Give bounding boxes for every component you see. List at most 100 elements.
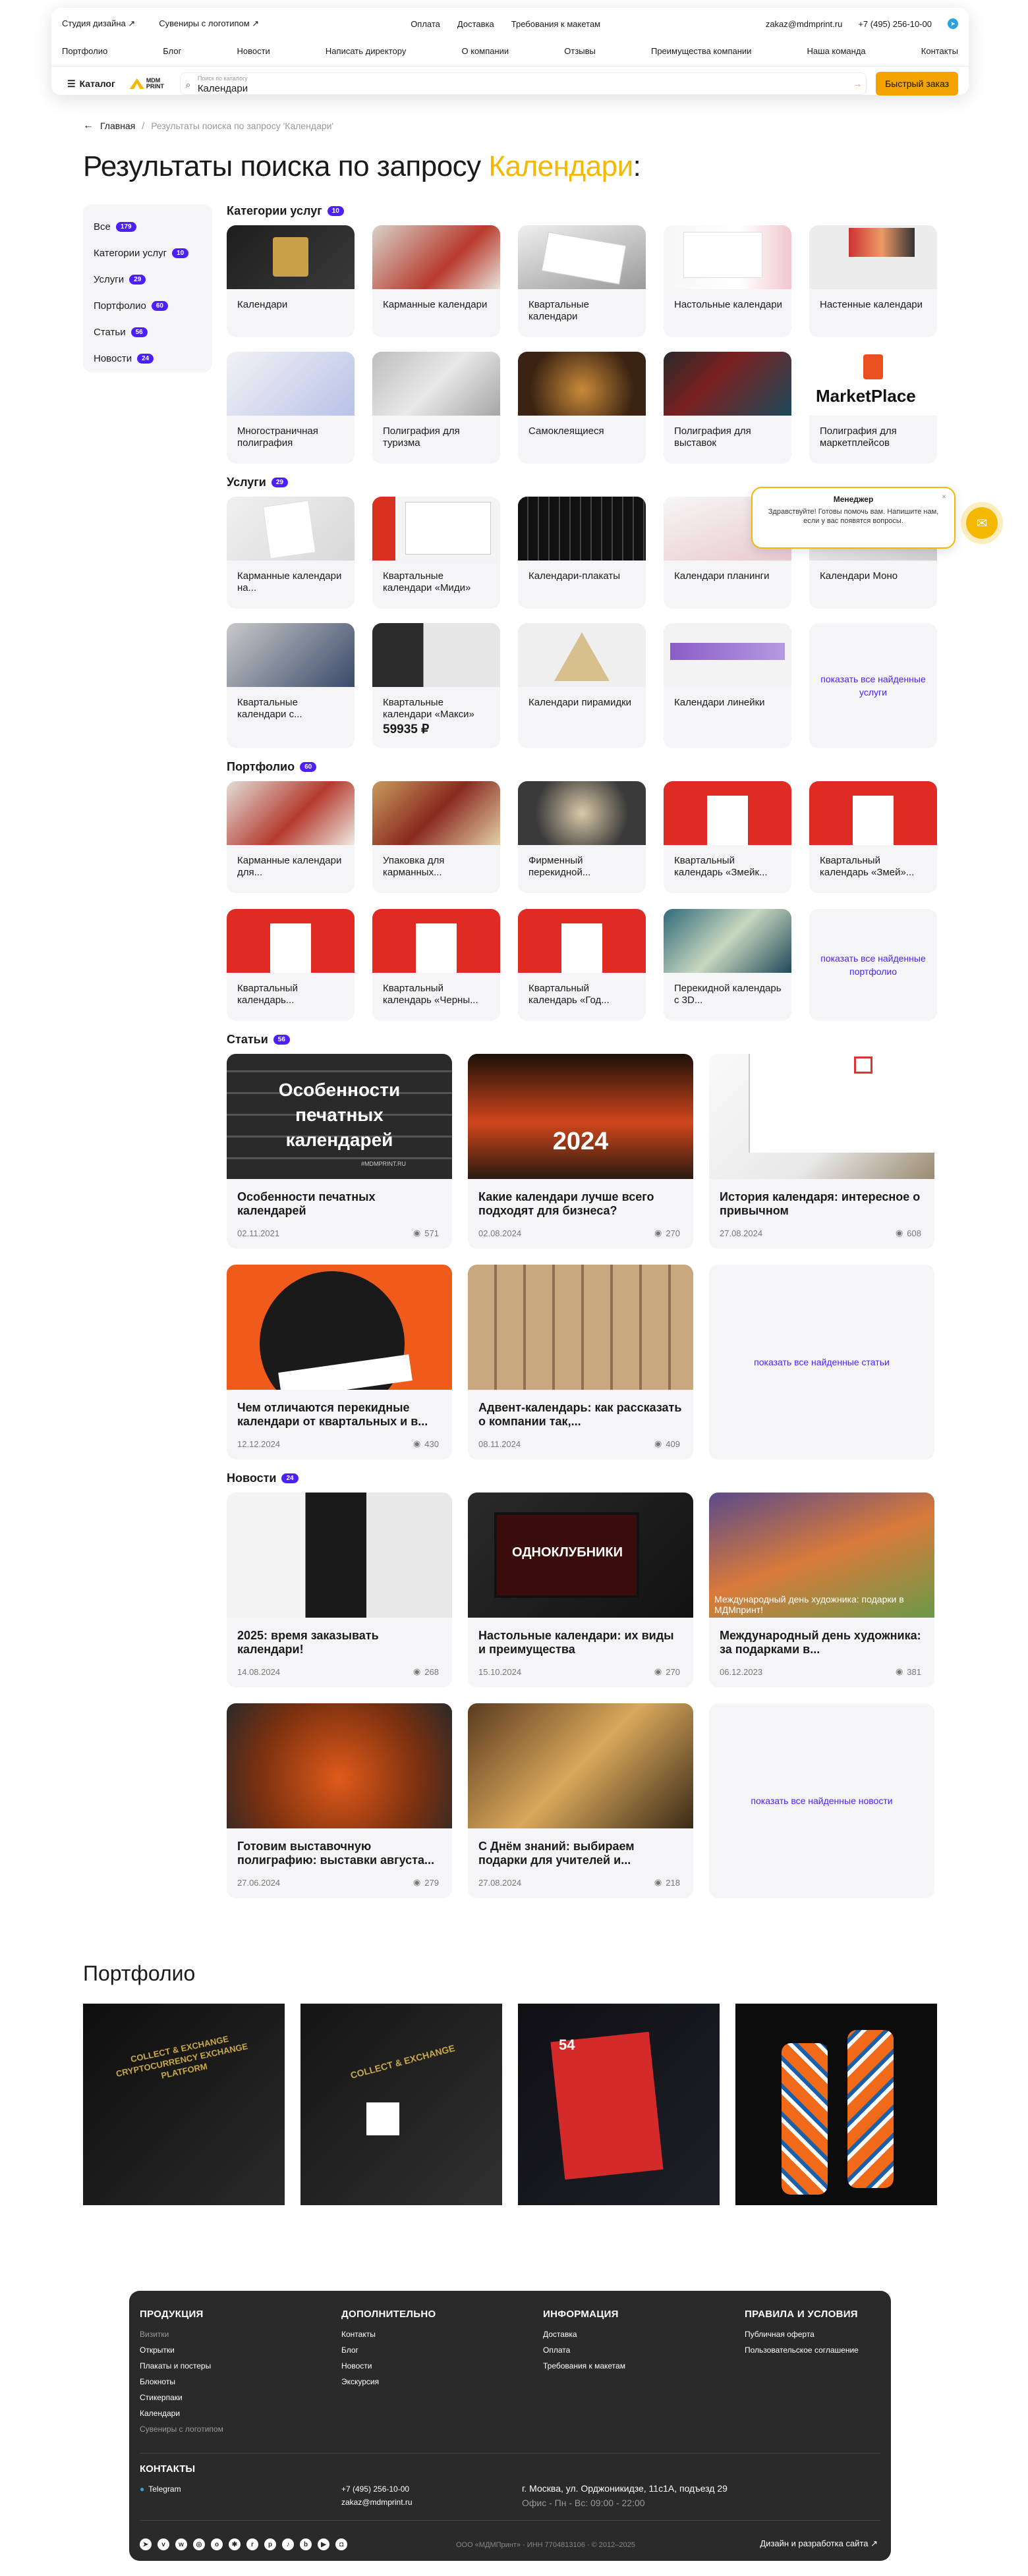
instagram-social-icon[interactable]: ◘ bbox=[335, 2538, 347, 2550]
footer-link[interactable]: Доставка bbox=[543, 2326, 625, 2342]
rutube-social-icon[interactable]: r bbox=[246, 2538, 258, 2550]
nav-news[interactable]: Новости bbox=[237, 46, 270, 61]
footer-link[interactable]: Оплата bbox=[543, 2342, 625, 2358]
portfolio-card[interactable]: Квартальный календарь «Змейк... bbox=[664, 781, 791, 893]
service-card[interactable]: Квартальные календари «Макси» 59935 ₽ bbox=[372, 623, 500, 748]
breadcrumb-home[interactable]: Главная bbox=[100, 121, 135, 131]
nav-blog[interactable]: Блог bbox=[163, 46, 181, 61]
behance-social-icon[interactable]: b bbox=[300, 2538, 312, 2550]
nav-advantages[interactable]: Преимущества компании bbox=[651, 46, 751, 61]
category-card[interactable]: Полиграфия для туризма bbox=[372, 352, 500, 464]
footer-link[interactable]: Сувениры с логотипом bbox=[140, 2421, 223, 2437]
footer-link[interactable]: Стикерпаки bbox=[140, 2390, 223, 2405]
close-icon[interactable]: × bbox=[942, 492, 946, 501]
show-all-services-button[interactable]: показать все найденные услуги bbox=[809, 623, 937, 748]
portfolio-card[interactable]: Квартальный календарь «Год... bbox=[518, 909, 646, 1021]
category-card[interactable]: Квартальные календари bbox=[518, 225, 646, 337]
portfolio-card[interactable]: Квартальный календарь... bbox=[227, 909, 355, 1021]
service-card[interactable]: Квартальные календари с... bbox=[227, 623, 355, 748]
delivery-link[interactable]: Доставка bbox=[457, 19, 494, 29]
nav-team[interactable]: Наша команда bbox=[807, 46, 866, 61]
news-card[interactable]: С Днём знаний: выбираем подарки для учит… bbox=[468, 1703, 693, 1898]
footer-link[interactable]: Требования к макетам bbox=[543, 2358, 625, 2374]
pinterest-social-icon[interactable]: p bbox=[264, 2538, 276, 2550]
footer-phone[interactable]: +7 (495) 256-10-00 bbox=[341, 2484, 409, 2494]
filter-portfolio[interactable]: Портфолио 60 bbox=[94, 292, 202, 319]
site-logo[interactable]: MDM PRINT bbox=[129, 75, 171, 92]
service-card[interactable]: Квартальные календари «Миди» bbox=[372, 497, 500, 609]
ok-social-icon[interactable]: o bbox=[211, 2538, 223, 2550]
service-card[interactable]: Календари-плакаты bbox=[518, 497, 646, 609]
filter-services[interactable]: Услуги 29 bbox=[94, 266, 202, 292]
category-card[interactable]: Многостраничная полиграфия bbox=[227, 352, 355, 464]
portfolio-image[interactable]: COLLECT & EXCHANGE CRYPTOCURRENCY EXCHAN… bbox=[83, 2004, 285, 2205]
footer-link[interactable]: Новости bbox=[341, 2358, 436, 2374]
footer-link[interactable]: Публичная оферта bbox=[745, 2326, 859, 2342]
catalog-button[interactable]: ☰ Каталог bbox=[62, 72, 121, 95]
portfolio-image[interactable]: COLLECT & EXCHANGE bbox=[300, 2004, 502, 2205]
article-card[interactable]: 2024 Какие календари лучше всего подходя… bbox=[468, 1054, 693, 1249]
category-card[interactable]: Самоклеящиеся bbox=[518, 352, 646, 464]
article-card[interactable]: Адвент-календарь: как рассказать о компа… bbox=[468, 1265, 693, 1460]
telegram-social-icon[interactable]: ➤ bbox=[140, 2538, 152, 2550]
service-card[interactable]: Календари линейки bbox=[664, 623, 791, 748]
article-card[interactable]: Особенности печатных календарей #MDMPRIN… bbox=[227, 1054, 452, 1249]
category-card[interactable]: Карманные календари bbox=[372, 225, 500, 337]
dzen-social-icon[interactable]: ✱ bbox=[229, 2538, 241, 2550]
portfolio-image[interactable]: 54 bbox=[518, 2004, 720, 2205]
footer-email[interactable]: zakaz@mdmprint.ru bbox=[341, 2498, 413, 2507]
quick-order-button[interactable]: Быстрый заказ bbox=[876, 72, 958, 96]
footer-link[interactable]: Блокноты bbox=[140, 2374, 223, 2390]
filter-articles[interactable]: Статьи 56 bbox=[94, 319, 202, 345]
nav-contacts[interactable]: Контакты bbox=[921, 46, 958, 61]
footer-link[interactable]: Контакты bbox=[341, 2326, 436, 2342]
email-link[interactable]: zakaz@mdmprint.ru bbox=[766, 19, 843, 29]
news-card[interactable]: ОДНОКЛУБНИКИ Настольные календари: их ви… bbox=[468, 1493, 693, 1687]
back-arrow-icon[interactable]: ← bbox=[83, 120, 94, 132]
filter-categories[interactable]: Категории услуг 10 bbox=[94, 240, 202, 266]
show-all-articles-button[interactable]: показать все найденные статьи bbox=[709, 1265, 934, 1460]
nav-write-director[interactable]: Написать директору bbox=[326, 46, 406, 61]
whatsapp-social-icon[interactable]: w bbox=[175, 2538, 187, 2550]
category-card[interactable]: Настенные календари bbox=[809, 225, 937, 337]
footer-link[interactable]: Открытки bbox=[140, 2342, 223, 2358]
search-input[interactable]: ⌕ Поиск по каталогу Календари → bbox=[179, 72, 867, 95]
chat-open-button[interactable]: ✉ bbox=[966, 507, 998, 539]
footer-developer-link[interactable]: Дизайн и разработка сайта ↗ bbox=[760, 2538, 878, 2549]
portfolio-card[interactable]: Перекидной календарь с 3D... bbox=[664, 909, 791, 1021]
portfolio-card[interactable]: Квартальный календарь «Змей»... bbox=[809, 781, 937, 893]
category-card[interactable]: MarketPlace Полиграфия для маркетплейсов bbox=[809, 352, 937, 464]
service-card[interactable]: Карманные календари на... bbox=[227, 497, 355, 609]
portfolio-card[interactable]: Фирменный перекидной... bbox=[518, 781, 646, 893]
news-card[interactable]: 2025: время заказывать календари! 14.08.… bbox=[227, 1493, 452, 1687]
souvenirs-link[interactable]: Сувениры с логотипом ↗ bbox=[159, 18, 259, 29]
footer-link[interactable]: Пользовательское соглашение bbox=[745, 2342, 859, 2358]
payment-link[interactable]: Оплата bbox=[411, 19, 440, 29]
service-card[interactable]: Календари пирамидки bbox=[518, 623, 646, 748]
requirements-link[interactable]: Требования к макетам bbox=[511, 19, 600, 29]
show-all-portfolio-button[interactable]: показать все найденные портфолио bbox=[809, 909, 937, 1021]
portfolio-card[interactable]: Карманные календари для... bbox=[227, 781, 355, 893]
footer-link[interactable]: Календари bbox=[140, 2405, 223, 2421]
footer-link[interactable]: Экскурсия bbox=[341, 2374, 436, 2390]
filter-all[interactable]: Все 179 bbox=[94, 213, 202, 240]
footer-link[interactable]: Блог bbox=[341, 2342, 436, 2358]
portfolio-image[interactable] bbox=[735, 2004, 937, 2205]
telegram-icon[interactable]: ➤ bbox=[948, 18, 958, 29]
search-submit-icon[interactable]: → bbox=[853, 78, 862, 89]
category-card[interactable]: Полиграфия для выставок bbox=[664, 352, 791, 464]
portfolio-card[interactable]: Квартальный календарь «Черны... bbox=[372, 909, 500, 1021]
footer-link[interactable]: Визитки bbox=[140, 2326, 223, 2342]
youtube-social-icon[interactable]: ▶ bbox=[318, 2538, 329, 2550]
tiktok-social-icon[interactable]: ♪ bbox=[282, 2538, 294, 2550]
category-card[interactable]: Календари bbox=[227, 225, 355, 337]
chat-popup[interactable]: × Менеджер Здравствуйте! Готовы помочь в… bbox=[751, 487, 956, 549]
phone-link[interactable]: +7 (495) 256-10-00 bbox=[858, 19, 932, 29]
viber-social-icon[interactable]: ◎ bbox=[193, 2538, 205, 2550]
article-card[interactable]: Чем отличаются перекидные календари от к… bbox=[227, 1265, 452, 1460]
nav-reviews[interactable]: Отзывы bbox=[564, 46, 596, 61]
news-card[interactable]: Готовим выставочную полиграфию: выставки… bbox=[227, 1703, 452, 1898]
footer-link[interactable]: Плакаты и постеры bbox=[140, 2358, 223, 2374]
show-all-news-button[interactable]: показать все найденные новости bbox=[709, 1703, 934, 1898]
nav-portfolio[interactable]: Портфолио bbox=[62, 46, 107, 61]
